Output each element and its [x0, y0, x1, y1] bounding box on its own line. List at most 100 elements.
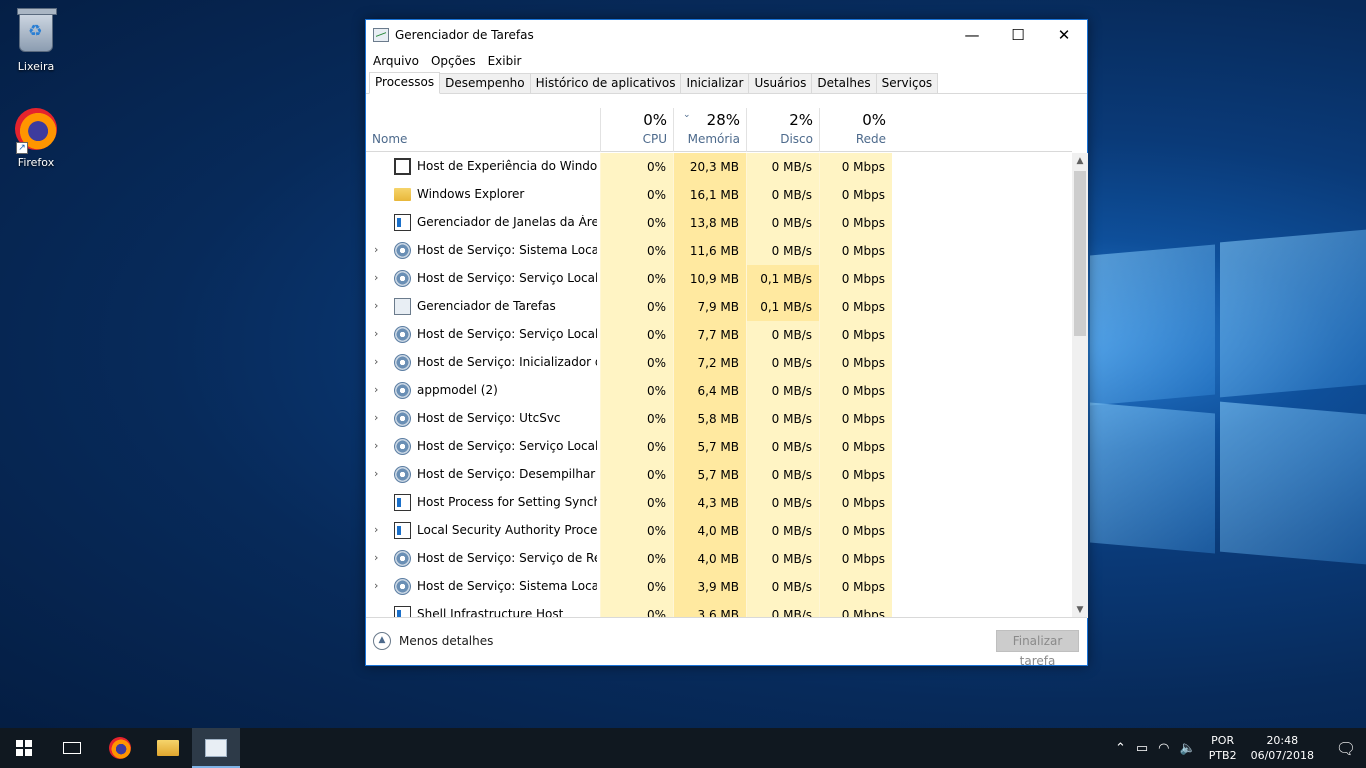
expand-chevron-icon[interactable]: › [374, 439, 378, 452]
process-name: appmodel (2) [417, 383, 498, 397]
gear-icon [394, 242, 411, 259]
chevron-up-icon[interactable]: ⌃ [1115, 741, 1126, 756]
close-button[interactable]: ✕ [1041, 20, 1087, 50]
process-name: Host Process for Setting Synchr [417, 495, 597, 509]
expand-chevron-icon[interactable]: › [374, 579, 378, 592]
title-bar[interactable]: Gerenciador de Tarefas — ☐ ✕ [366, 20, 1087, 50]
process-row[interactable]: › Host de Serviço: Sistema Local (0% 3,9 M… [366, 573, 1072, 601]
process-disk: 0 MB/s [746, 405, 819, 433]
process-row[interactable]: › Host de Serviço: Serviço Local (7)0%5,7… [366, 433, 1072, 461]
volume-icon[interactable]: 🔈 [1180, 741, 1196, 756]
expand-chevron-icon[interactable]: › [374, 243, 378, 256]
process-row[interactable]: Windows Explorer 0% 16,1 MB 0 MB/s 0 Mbps [366, 181, 1072, 209]
process-name: Host de Serviço: Serviço Local ( [417, 271, 597, 285]
process-list: Host de Experiência do Windows 0% 20,3 MB 0… [366, 153, 1072, 618]
expand-chevron-icon[interactable]: › [374, 299, 378, 312]
process-row[interactable]: Shell Infrastructure Host 0% 3,6 MB 0 MB/s 0… [366, 601, 1072, 618]
menu-arquivo[interactable]: Arquivo [373, 54, 419, 68]
desktop-icon-firefox[interactable]: ↗ Firefox [0, 108, 72, 169]
scroll-down-icon[interactable]: ▼ [1072, 602, 1088, 618]
process-row[interactable]: › Local Security Authority Proces 0% 4,0 MB… [366, 517, 1072, 545]
scroll-thumb[interactable] [1074, 171, 1086, 336]
system-tray: ⌃ ▭ ◠ 🔈 POR PTB2 20:48 06/07/2018 🗨 [1110, 728, 1366, 768]
start-button[interactable] [0, 728, 48, 768]
taskbar-file-explorer[interactable] [144, 728, 192, 768]
clock-time: 20:48 [1266, 734, 1299, 747]
taskbar-firefox[interactable] [96, 728, 144, 768]
tab-detalhes[interactable]: Detalhes [811, 73, 877, 93]
tab-inicializar[interactable]: Inicializar [680, 73, 750, 93]
process-row[interactable]: › Host de Serviço: Serviço de Red 0% 4,0 MB… [366, 545, 1072, 573]
expand-chevron-icon[interactable]: › [374, 467, 378, 480]
process-network: 0 Mbps [819, 573, 892, 601]
folder-icon [394, 188, 411, 201]
column-header-memory[interactable]: ⌄ 28% Memória [673, 108, 746, 152]
process-name: Windows Explorer [417, 187, 525, 201]
process-row[interactable]: Gerenciador de Janelas da Área de Trabal… [366, 209, 1072, 237]
process-row[interactable]: › Host de Serviço: Desempilhar G 0% 5,7 MB 0… [366, 461, 1072, 489]
expand-chevron-icon[interactable]: › [374, 327, 378, 340]
process-row[interactable]: › Host de Serviço: Sistema Local (0% 11,6 … [366, 237, 1072, 265]
tab-processos[interactable]: Processos [369, 72, 441, 94]
desktop-icon-recycle-bin[interactable]: Lixeira [0, 8, 72, 73]
battery-icon[interactable]: ▭ [1136, 741, 1148, 756]
task-view-button[interactable] [48, 728, 96, 768]
network-icon[interactable]: ◠ [1158, 741, 1169, 756]
tab-desempenho[interactable]: Desempenho [439, 73, 531, 93]
scroll-up-icon[interactable]: ▲ [1072, 153, 1088, 169]
clock[interactable]: 20:48 06/07/2018 [1251, 733, 1314, 763]
notification-center-button[interactable]: 🗨 [1326, 728, 1366, 768]
language-indicator[interactable]: POR PTB2 [1209, 733, 1237, 763]
process-row[interactable]: › appmodel (2) 0% 6,4 MB 0 MB/s 0 Mbps [366, 377, 1072, 405]
process-disk: 0 MB/s [746, 545, 819, 573]
process-row[interactable]: Host Process for Setting Synchr 0% 4,3 MB 0… [366, 489, 1072, 517]
column-header-disk[interactable]: 2% Disco [746, 108, 819, 152]
process-cpu: 0% [600, 209, 673, 237]
process-network: 0 Mbps [819, 321, 892, 349]
process-network: 0 Mbps [819, 377, 892, 405]
less-details-button[interactable]: ▲ Menos detalhes [373, 632, 493, 650]
expand-chevron-icon[interactable]: › [374, 355, 378, 368]
vertical-scrollbar[interactable]: ▲ ▼ [1072, 153, 1088, 618]
process-memory: 5,8 MB [673, 405, 746, 433]
expand-chevron-icon[interactable]: › [374, 271, 378, 284]
expand-chevron-icon[interactable]: › [374, 383, 378, 396]
tab-servicos[interactable]: Serviços [875, 73, 939, 93]
process-row[interactable]: › Host de Serviço: Inicializador de 0% 7,2 … [366, 349, 1072, 377]
column-header-name[interactable]: Nome [372, 132, 407, 146]
process-cpu: 0% [600, 153, 673, 181]
process-network: 0 Mbps [819, 461, 892, 489]
process-disk: 0 MB/s [746, 517, 819, 545]
process-disk: 0,1 MB/s [746, 293, 819, 321]
menu-opcoes[interactable]: Opções [431, 54, 476, 68]
process-memory: 5,7 MB [673, 433, 746, 461]
end-task-button[interactable]: Finalizar tarefa [996, 630, 1079, 668]
maximize-button[interactable]: ☐ [995, 20, 1041, 50]
tab-bar: Processos Desempenho Histórico de aplica… [366, 72, 1087, 94]
keyboard-layout: PTB2 [1208, 749, 1237, 762]
process-disk: 0 MB/s [746, 153, 819, 181]
process-row[interactable]: › Host de Serviço: UtcSvc 0% 5,8 MB 0 MB/s 0 … [366, 405, 1072, 433]
process-row[interactable]: › Host de Serviço: Serviço Local (0% 7,7 M… [366, 321, 1072, 349]
process-row[interactable]: Host de Experiência do Windows 0% 20,3 MB 0… [366, 153, 1072, 181]
minimize-button[interactable]: — [949, 20, 995, 50]
process-name: Host de Serviço: Serviço Local ( [417, 327, 597, 341]
menu-exibir[interactable]: Exibir [488, 54, 522, 68]
process-row[interactable]: › Host de Serviço: Serviço Local (0% 10,9 … [366, 265, 1072, 293]
gear-icon [394, 270, 411, 287]
process-row[interactable]: › Gerenciador de Tarefas 0% 7,9 MB 0,1 MB/s 0… [366, 293, 1072, 321]
network-label: Rede [855, 132, 886, 146]
tab-historico[interactable]: Histórico de aplicativos [529, 73, 682, 93]
column-header-cpu[interactable]: 0% CPU [600, 108, 673, 152]
taskbar-task-manager[interactable] [192, 728, 240, 768]
process-cpu: 0% [600, 293, 673, 321]
expand-chevron-icon[interactable]: › [374, 551, 378, 564]
expand-chevron-icon[interactable]: › [374, 523, 378, 536]
desktop-icon-label: Lixeira [17, 60, 55, 73]
tab-usuarios[interactable]: Usuários [748, 73, 813, 93]
process-memory: 3,6 MB [673, 601, 746, 618]
process-disk: 0 MB/s [746, 181, 819, 209]
column-header-network[interactable]: 0% Rede [819, 108, 892, 152]
expand-chevron-icon[interactable]: › [374, 411, 378, 424]
process-cpu: 0% [600, 601, 673, 618]
